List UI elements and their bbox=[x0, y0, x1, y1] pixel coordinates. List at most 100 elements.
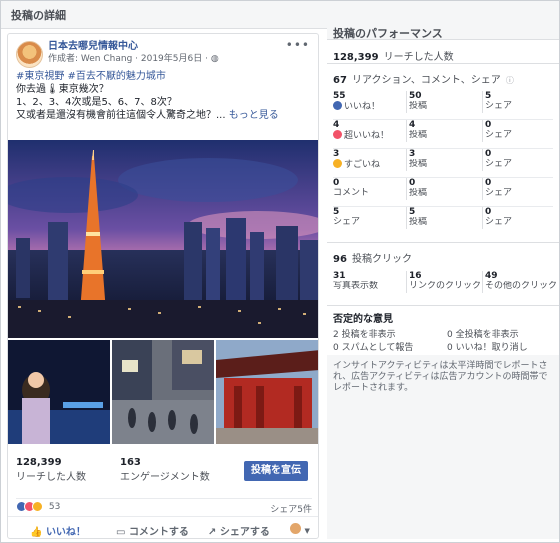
performance-panel: 投稿のパフォーマンス 128,399 リーチした人数 67 リアクション、コメン… bbox=[327, 19, 559, 539]
comment-count: 0 bbox=[333, 178, 340, 188]
share-share-count: 0 bbox=[485, 207, 492, 217]
share-label: シェアする bbox=[219, 527, 270, 538]
globe-icon: ◍ bbox=[210, 54, 219, 64]
negative-feedback-box: 否定的な意見 2 投稿を非表示 0 全投稿を非表示 0 スパムとして報告 0 い… bbox=[327, 305, 559, 355]
reaction-row-wow: 3 すごいね 3 投稿 0 シェア bbox=[333, 149, 553, 178]
photo-view-label: 写真表示数 bbox=[333, 281, 379, 291]
more-options-icon[interactable]: ••• bbox=[286, 38, 310, 52]
post-preview: 日本去哪兒情報中心 作成者: Wen Chang · 2019年5月6日 · ◍… bbox=[7, 33, 319, 539]
photo-view-count: 31 bbox=[333, 271, 346, 281]
wow-reaction-icon bbox=[32, 501, 43, 512]
hide-all-count: 0 全投稿を非表示 bbox=[447, 330, 519, 340]
reaction-row-like: 55 いいね！ 50 投稿 5 シェア bbox=[333, 91, 553, 120]
hide-post-count: 2 投稿を非表示 bbox=[333, 330, 396, 340]
thumbs-up-icon: 👍 bbox=[30, 527, 43, 538]
share-post-label: 投稿 bbox=[409, 217, 428, 227]
like-post-count: 50 bbox=[409, 91, 422, 101]
link-click-label: リンクのクリック bbox=[409, 281, 482, 291]
share-icon: ↗ bbox=[208, 527, 217, 538]
info-icon[interactable]: ⓘ bbox=[506, 76, 514, 85]
wow-share-label: シェア bbox=[485, 159, 513, 169]
perf-reach-number: 128,399 bbox=[333, 52, 379, 63]
thumbnail-photo-1[interactable] bbox=[8, 340, 110, 444]
engagement-number: 163 bbox=[120, 457, 141, 468]
thumbnail-photo-2[interactable] bbox=[112, 340, 214, 444]
clicks-box: 96 投稿クリック 31 写真表示数 16 リンクのクリック 49 その他のクリック bbox=[327, 242, 559, 305]
clicks-number: 96 bbox=[333, 254, 347, 265]
spam-report-count: 0 スパムとして報告 bbox=[333, 343, 414, 353]
share-count: 5 bbox=[333, 207, 340, 217]
love-count: 4 bbox=[333, 120, 340, 130]
performance-title: 投稿のパフォーマンス bbox=[333, 27, 443, 40]
engagement-label: エンゲージメント数 bbox=[120, 472, 210, 483]
like-share-label: シェア bbox=[485, 101, 513, 111]
share-button[interactable]: ↗ シェアする bbox=[208, 523, 270, 538]
post-details-dialog: 投稿の詳細 日本去哪兒情報中心 作成者: Wen Chang · 2019年5月… bbox=[0, 0, 560, 543]
unlike-count: 0 いいね！取り消し bbox=[447, 343, 528, 353]
wow-label: すごいね bbox=[344, 160, 381, 170]
see-more-link[interactable]: もっと見る bbox=[229, 110, 279, 121]
comment-share-label: シェア bbox=[485, 188, 513, 198]
chevron-down-icon: ▼ bbox=[304, 527, 310, 535]
comment-label: コメント bbox=[333, 188, 370, 198]
like-post-label: 投稿 bbox=[409, 101, 428, 111]
reaction-row-share: 5 シェア 5 投稿 0 シェア bbox=[333, 207, 553, 236]
like-label: いいね！ bbox=[45, 527, 86, 538]
share-share-label: シェア bbox=[485, 217, 513, 227]
reaction-count[interactable]: 53 bbox=[49, 502, 60, 512]
comment-button[interactable]: ▭ コメントする bbox=[116, 523, 189, 538]
reaction-icons[interactable] bbox=[16, 501, 43, 512]
page-avatar-small-icon bbox=[290, 523, 301, 534]
post-reach-summary: 128,399 リーチした人数 163 エンゲージメント数 投稿を宣伝 bbox=[16, 457, 312, 487]
like-share-count: 5 bbox=[485, 91, 492, 101]
page-name-link[interactable]: 日本去哪兒情報中心 bbox=[48, 40, 310, 53]
love-share-count: 0 bbox=[485, 120, 492, 130]
wow-icon bbox=[333, 159, 342, 168]
perf-reach-label: リーチした人数 bbox=[383, 52, 454, 63]
comment-label: コメントする bbox=[128, 527, 189, 538]
engagement-box: 67 リアクション、コメント、シェア ⓘ 55 いいね！ 50 投稿 5 シェア 4超… bbox=[327, 63, 559, 242]
perf-engagement-number: 67 bbox=[333, 75, 347, 86]
like-button[interactable]: 👍 いいね！ bbox=[30, 523, 86, 538]
wow-post-label: 投稿 bbox=[409, 159, 428, 169]
wow-count: 3 bbox=[333, 149, 340, 159]
clicks-label: 投稿クリック bbox=[352, 254, 413, 265]
love-label: 超いいね！ bbox=[344, 131, 390, 141]
post-text-line1: 你去過🌡東京幾次？ bbox=[16, 84, 109, 95]
clicks-breakdown: 31 写真表示数 16 リンクのクリック 49 その他のクリック bbox=[333, 271, 557, 299]
comment-icon: ▭ bbox=[116, 527, 126, 538]
love-icon bbox=[333, 130, 342, 139]
reach-number: 128,399 bbox=[16, 457, 62, 468]
reach-label: リーチした人数 bbox=[16, 472, 86, 483]
insights-timezone-note: インサイトアクティビティは太平洋時間でレポートされ、広告アクティビティは広告アカ… bbox=[333, 361, 548, 393]
post-author-line: 作成者: Wen Chang · 2019年5月6日 · bbox=[48, 54, 208, 64]
comment-post-label: 投稿 bbox=[409, 188, 428, 198]
reaction-row-love: 4 超いいね！ 4 投稿 0 シェア bbox=[333, 120, 553, 149]
main-photo-tokyo-tower[interactable] bbox=[8, 140, 318, 338]
post-text: #東京視野 #百去不厭的魅力城市 你去過🌡東京幾次？ 1、2、3、4次或是5、6… bbox=[8, 68, 318, 122]
page-avatar-dropdown[interactable]: ▼ bbox=[290, 523, 310, 536]
like-count: 55 bbox=[333, 91, 346, 101]
like-label: いいね！ bbox=[344, 102, 381, 112]
post-text-line3: 又或者是還沒有機會前往這個令人驚奇之地？... bbox=[16, 110, 226, 121]
love-share-label: シェア bbox=[485, 130, 513, 140]
link-click-count: 16 bbox=[409, 271, 422, 281]
wow-share-count: 0 bbox=[485, 149, 492, 159]
boost-post-button[interactable]: 投稿を宣伝 bbox=[244, 461, 308, 481]
reaction-summary: 53 シェア5件 bbox=[16, 498, 312, 515]
post-text-line2: 1、2、3、4次或是5、6、7、8次？ bbox=[16, 97, 177, 108]
avatar[interactable] bbox=[16, 41, 43, 68]
post-actions: 👍 いいね！ ▭ コメントする ↗ シェアする ▼ bbox=[8, 516, 318, 538]
perf-engagement-label: リアクション、コメント、シェア bbox=[352, 75, 501, 86]
wow-post-count: 3 bbox=[409, 149, 416, 159]
love-post-count: 4 bbox=[409, 120, 416, 130]
like-icon bbox=[333, 101, 342, 110]
hashtags[interactable]: #東京視野 #百去不厭的魅力城市 bbox=[16, 70, 310, 83]
comment-share-count: 0 bbox=[485, 178, 492, 188]
share-post-count: 5 bbox=[409, 207, 416, 217]
negative-feedback-title: 否定的な意見 bbox=[333, 314, 393, 325]
love-post-label: 投稿 bbox=[409, 130, 428, 140]
shares-count[interactable]: シェア5件 bbox=[270, 502, 312, 515]
other-click-label: その他のクリック bbox=[485, 281, 558, 291]
thumbnail-photo-3[interactable] bbox=[216, 340, 318, 444]
